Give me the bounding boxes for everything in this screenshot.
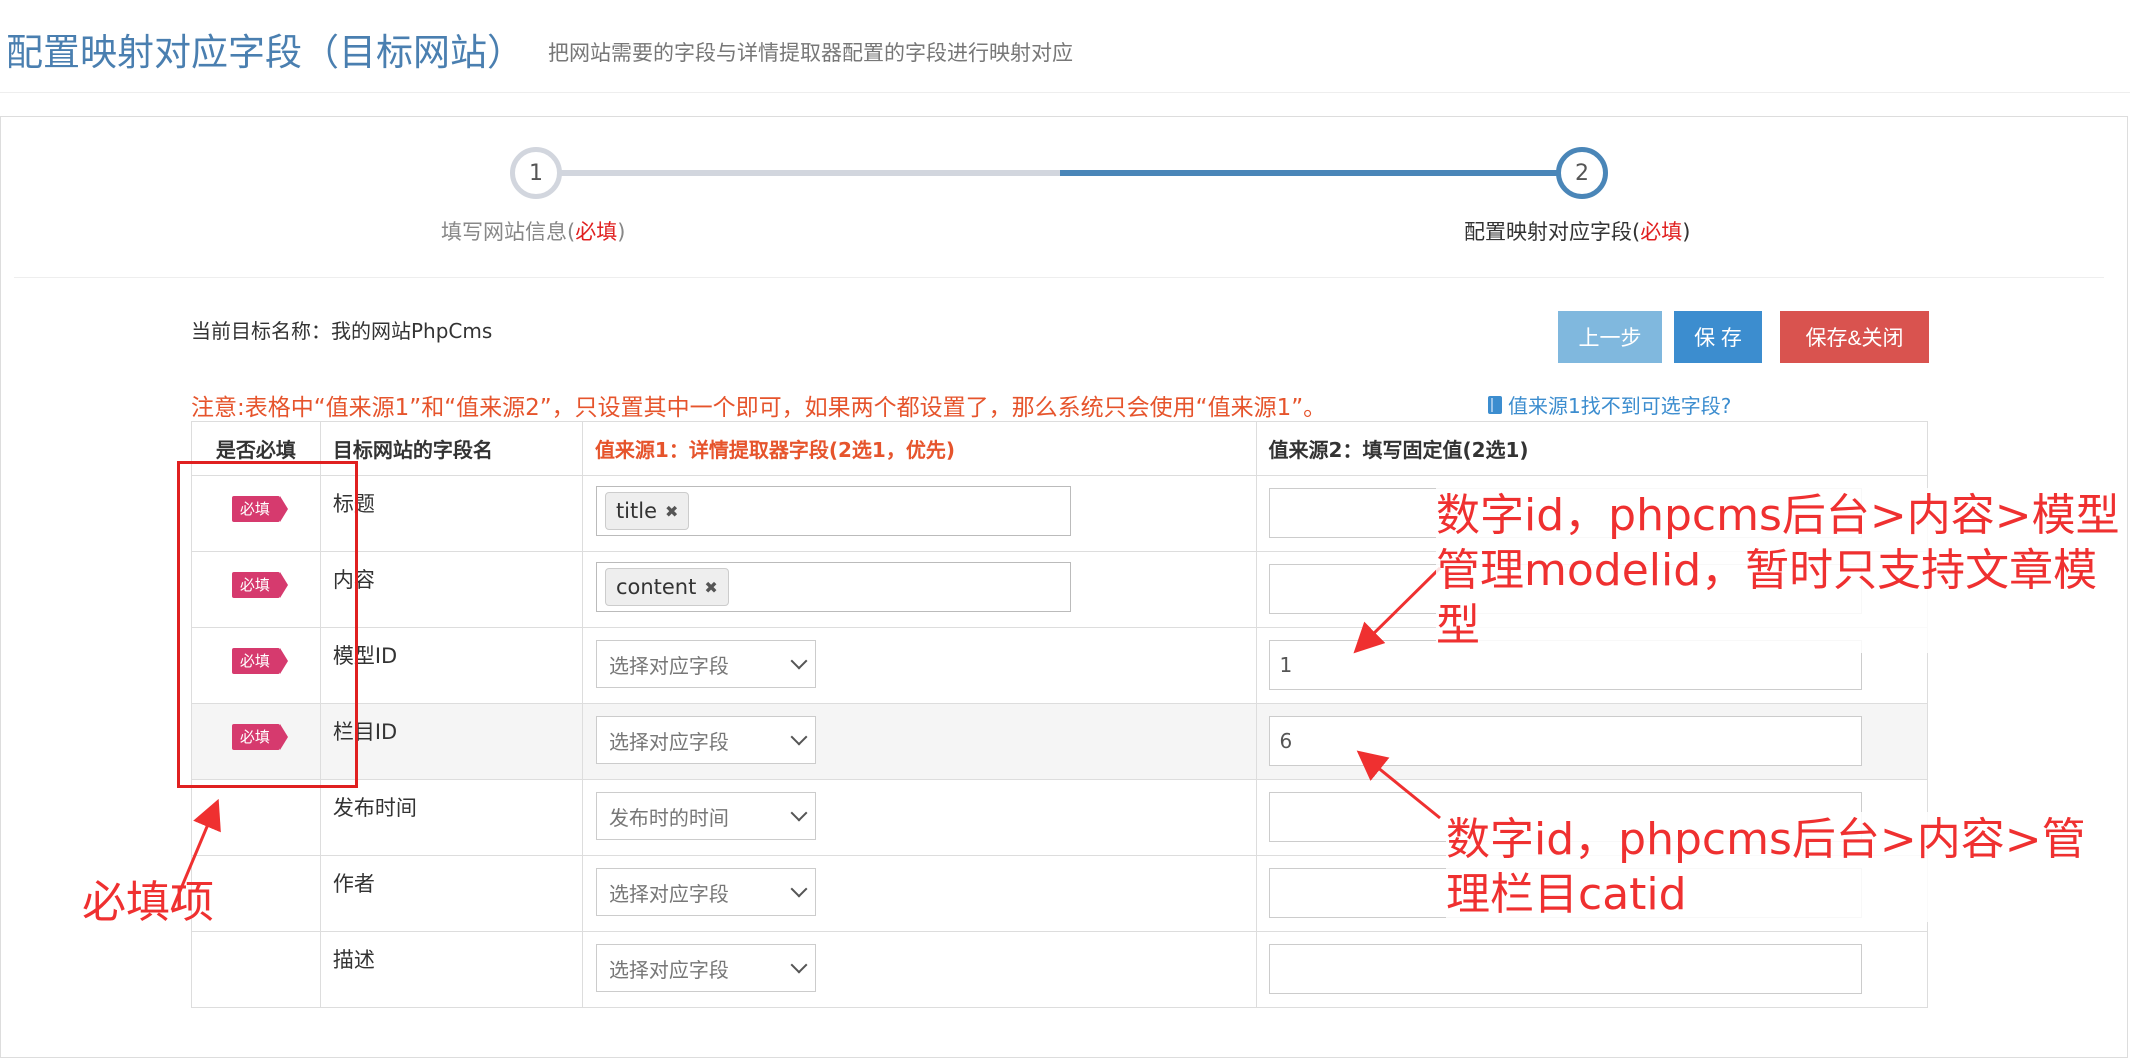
- table-row: 描述 选择对应字段: [191, 931, 1929, 1008]
- source1-select[interactable]: 选择对应字段: [595, 716, 816, 764]
- annotation-model-id: 数字id，phpcms后台>内容>模型管理modelid，暂时只支持文章模型: [1436, 488, 2126, 653]
- prev-step-button[interactable]: 上一步: [1558, 311, 1662, 363]
- save-close-button[interactable]: 保存&关闭: [1780, 311, 1929, 363]
- chevron-down-icon: [790, 804, 808, 822]
- header-source2: 值来源2：填写固定值(2选1): [1255, 421, 1929, 476]
- field-name: 作者: [332, 872, 375, 896]
- chevron-down-icon: [790, 880, 808, 898]
- annotation-required: 必填项: [82, 877, 214, 928]
- wizard-step-1[interactable]: 1: [510, 147, 562, 199]
- chevron-down-icon: [790, 956, 808, 974]
- divider: [14, 277, 2104, 278]
- table-header-row: 是否必填 目标网站的字段名 值来源1：详情提取器字段(2选1，优先) 值来源2：…: [191, 421, 1929, 476]
- header-field: 目标网站的字段名: [319, 421, 583, 476]
- field-name: 栏目ID: [332, 720, 398, 744]
- chevron-down-icon: [790, 728, 808, 746]
- page-title: 配置映射对应字段（目标网站）: [6, 31, 524, 74]
- wizard-step-2-label: 配置映射对应字段(必填): [1464, 220, 1691, 244]
- table-row: 必填 栏目ID 选择对应字段 6: [191, 703, 1929, 780]
- field-name: 描述: [332, 948, 375, 972]
- remove-tag-icon[interactable]: ✖: [665, 502, 678, 521]
- help-link[interactable]: 值来源1找不到可选字段?: [1488, 390, 1731, 419]
- chevron-down-icon: [790, 652, 808, 670]
- field-name: 标题: [332, 492, 375, 516]
- source1-select[interactable]: 选择对应字段: [595, 868, 816, 916]
- book-icon: [1488, 395, 1502, 414]
- source2-input[interactable]: [1268, 944, 1862, 994]
- page-subtitle: 把网站需要的字段与详情提取器配置的字段进行映射对应: [548, 41, 1073, 65]
- header-source1: 值来源1：详情提取器字段(2选1，优先): [581, 421, 1257, 476]
- source2-input[interactable]: 6: [1268, 716, 1862, 766]
- field-name: 发布时间: [332, 796, 417, 820]
- wizard-track-completed: [536, 170, 1060, 176]
- save-button[interactable]: 保 存: [1674, 311, 1762, 363]
- source1-select[interactable]: 发布时的时间: [595, 792, 816, 840]
- page-header: 配置映射对应字段（目标网站） 把网站需要的字段与详情提取器配置的字段进行映射对应: [0, 0, 2130, 93]
- source1-tag-input[interactable]: content ✖: [595, 562, 1071, 612]
- field-name: 模型ID: [332, 644, 398, 668]
- notice-text: 注意:表格中“值来源1”和“值来源2”，只设置其中一个即可，如果两个都设置了，那…: [191, 395, 1327, 421]
- wizard-step-2[interactable]: 2: [1556, 147, 1608, 199]
- help-link-label: 值来源1找不到可选字段?: [1508, 394, 1732, 418]
- step-2-number: 2: [1575, 160, 1589, 186]
- remove-tag-icon[interactable]: ✖: [704, 578, 717, 597]
- field-tag: title ✖: [604, 492, 690, 530]
- source1-select[interactable]: 选择对应字段: [595, 944, 816, 992]
- target-name: 当前目标名称：我的网站PhpCms: [191, 319, 493, 343]
- required-highlight-box: [177, 461, 358, 788]
- annotation-catid: 数字id，phpcms后台>内容>管理栏目catid: [1446, 812, 2126, 922]
- field-name: 内容: [332, 568, 375, 592]
- wizard-step-1-label: 填写网站信息(必填): [441, 220, 626, 244]
- source1-tag-input[interactable]: title ✖: [595, 486, 1071, 536]
- source1-select[interactable]: 选择对应字段: [595, 640, 816, 688]
- step-1-number: 1: [529, 160, 543, 186]
- field-tag: content ✖: [604, 568, 729, 606]
- wizard-track-active: [1060, 170, 1584, 176]
